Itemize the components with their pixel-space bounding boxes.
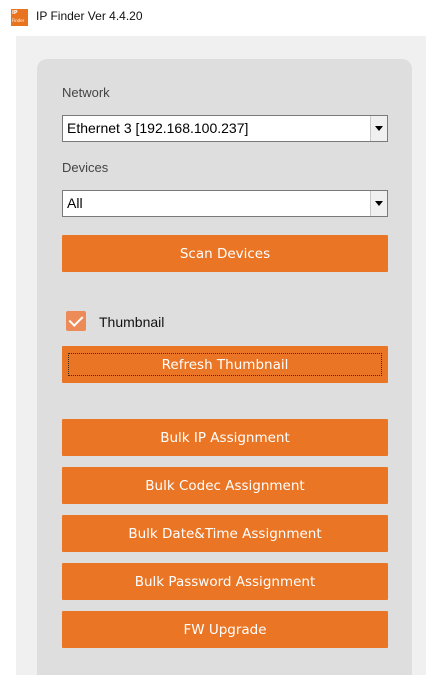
devices-select[interactable]: All bbox=[62, 190, 388, 217]
window-title: IP Finder Ver 4.4.20 bbox=[36, 9, 143, 23]
app-icon-text-1: IP bbox=[12, 10, 18, 16]
app-logo-icon: IP Finder bbox=[11, 9, 28, 26]
chevron-down-icon[interactable] bbox=[370, 191, 387, 216]
bulk-password-assignment-button[interactable]: Bulk Password Assignment bbox=[62, 563, 388, 600]
refresh-thumbnail-label: Refresh Thumbnail bbox=[161, 356, 289, 373]
thumbnail-label: Thumbnail bbox=[99, 314, 165, 330]
network-select-value: Ethernet 3 [192.168.100.237] bbox=[67, 120, 249, 136]
bulk-ip-assignment-button[interactable]: Bulk IP Assignment bbox=[62, 419, 388, 456]
devices-select-value: All bbox=[67, 195, 83, 211]
fw-upgrade-label: FW Upgrade bbox=[183, 621, 267, 638]
devices-label: Devices bbox=[62, 160, 109, 175]
bulk-codec-assignment-button[interactable]: Bulk Codec Assignment bbox=[62, 467, 388, 504]
bulk-password-assignment-label: Bulk Password Assignment bbox=[134, 573, 316, 590]
thumbnail-checkbox[interactable] bbox=[66, 311, 86, 331]
bulk-datetime-assignment-label: Bulk Date&Time Assignment bbox=[128, 525, 322, 542]
app-icon-text-2: Finder bbox=[12, 18, 25, 23]
bulk-ip-assignment-label: Bulk IP Assignment bbox=[160, 429, 290, 446]
fw-upgrade-button[interactable]: FW Upgrade bbox=[62, 611, 388, 648]
chevron-down-icon[interactable] bbox=[370, 116, 387, 141]
refresh-thumbnail-button[interactable]: Refresh Thumbnail bbox=[62, 346, 388, 383]
bulk-datetime-assignment-button[interactable]: Bulk Date&Time Assignment bbox=[62, 515, 388, 552]
bulk-codec-assignment-label: Bulk Codec Assignment bbox=[145, 477, 305, 494]
control-panel: Network Ethernet 3 [192.168.100.237] Dev… bbox=[37, 59, 412, 675]
scan-devices-label: Scan Devices bbox=[179, 245, 271, 262]
network-label: Network bbox=[62, 85, 110, 100]
app-window: Network Ethernet 3 [192.168.100.237] Dev… bbox=[16, 36, 426, 675]
title-bar: IP Finder IP Finder Ver 4.4.20 bbox=[0, 0, 426, 36]
network-select[interactable]: Ethernet 3 [192.168.100.237] bbox=[62, 115, 388, 142]
scan-devices-button[interactable]: Scan Devices bbox=[62, 235, 388, 272]
